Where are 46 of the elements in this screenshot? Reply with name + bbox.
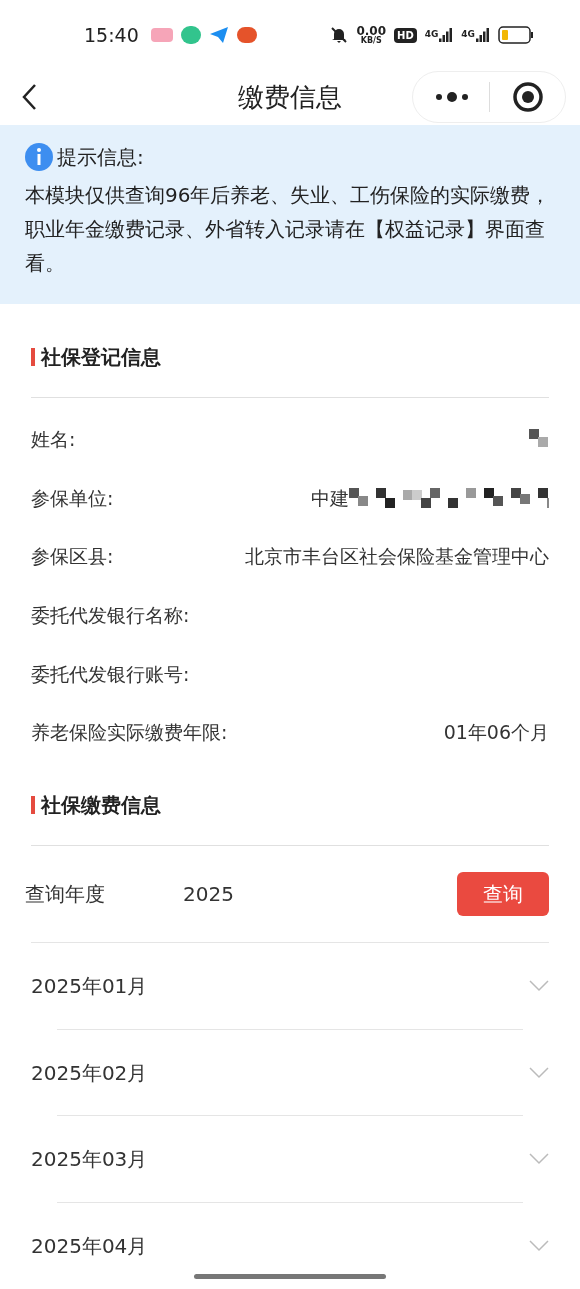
chevron-down-icon[interactable] — [529, 980, 549, 993]
section-marker — [31, 347, 35, 366]
field-label: 委托代发银行名称: — [31, 603, 190, 629]
signal-icon — [439, 28, 454, 43]
network-type: 4G — [461, 28, 475, 42]
field-label: 姓名: — [31, 426, 76, 452]
chevron-down-icon[interactable] — [529, 1066, 549, 1079]
home-indicator[interactable] — [194, 1274, 386, 1279]
close-target-icon[interactable] — [512, 81, 544, 114]
field-label: 参保区县: — [31, 544, 114, 570]
page-title: 缴费信息 — [238, 80, 342, 114]
month-item[interactable]: 2025年04月 — [31, 1230, 148, 1261]
bell-muted-icon — [330, 26, 349, 45]
network-type: 4G — [424, 28, 439, 42]
chevron-down-icon[interactable] — [529, 1153, 549, 1166]
section-title: 社保登记信息 — [41, 343, 161, 371]
query-year-field[interactable]: 2025 — [183, 879, 457, 909]
month-item[interactable]: 2025年03月 — [31, 1144, 148, 1175]
battery-icon — [498, 26, 534, 45]
redacted-mosaic — [529, 429, 549, 450]
status-time: 15:40 — [84, 23, 139, 49]
signal-icon — [476, 28, 490, 43]
query-year-label: 查询年度 — [25, 881, 106, 908]
field-value: 北京市丰台区社会保险基金管理中心 — [245, 544, 549, 570]
month-item[interactable]: 2025年01月 — [31, 971, 148, 1002]
query-button[interactable]: 查询 — [457, 872, 549, 916]
field-label: 养老保险实际缴费年限: — [31, 720, 228, 746]
more-icon[interactable] — [435, 91, 469, 104]
field-value: 中建 — [311, 485, 349, 511]
field-label: 参保单位: — [31, 485, 114, 511]
field-label: 委托代发银行账号: — [31, 661, 190, 687]
app-notification-icon — [180, 26, 201, 45]
section-marker — [31, 796, 35, 814]
section-title: 社保缴费信息 — [41, 792, 161, 819]
month-item[interactable]: 2025年02月 — [31, 1057, 148, 1088]
info-icon — [25, 142, 53, 171]
hd-badge: HD — [394, 27, 417, 43]
chevron-down-icon[interactable] — [529, 1239, 549, 1252]
field-value: 01年06个月 — [443, 720, 549, 746]
notice-text: 本模块仅供查询96年后养老、失业、工伤保险的实际缴费，职业年金缴费记录、外省转入记录请在【权益记录】界面查看。 — [25, 181, 552, 277]
app-notification-icon — [150, 28, 173, 43]
paper-plane-icon — [208, 26, 229, 45]
speed-unit: KB/S — [360, 37, 382, 46]
network-speed: 0.00 — [356, 25, 386, 38]
app-notification-icon — [236, 27, 257, 44]
notice-title: 提示信息: — [57, 143, 144, 171]
